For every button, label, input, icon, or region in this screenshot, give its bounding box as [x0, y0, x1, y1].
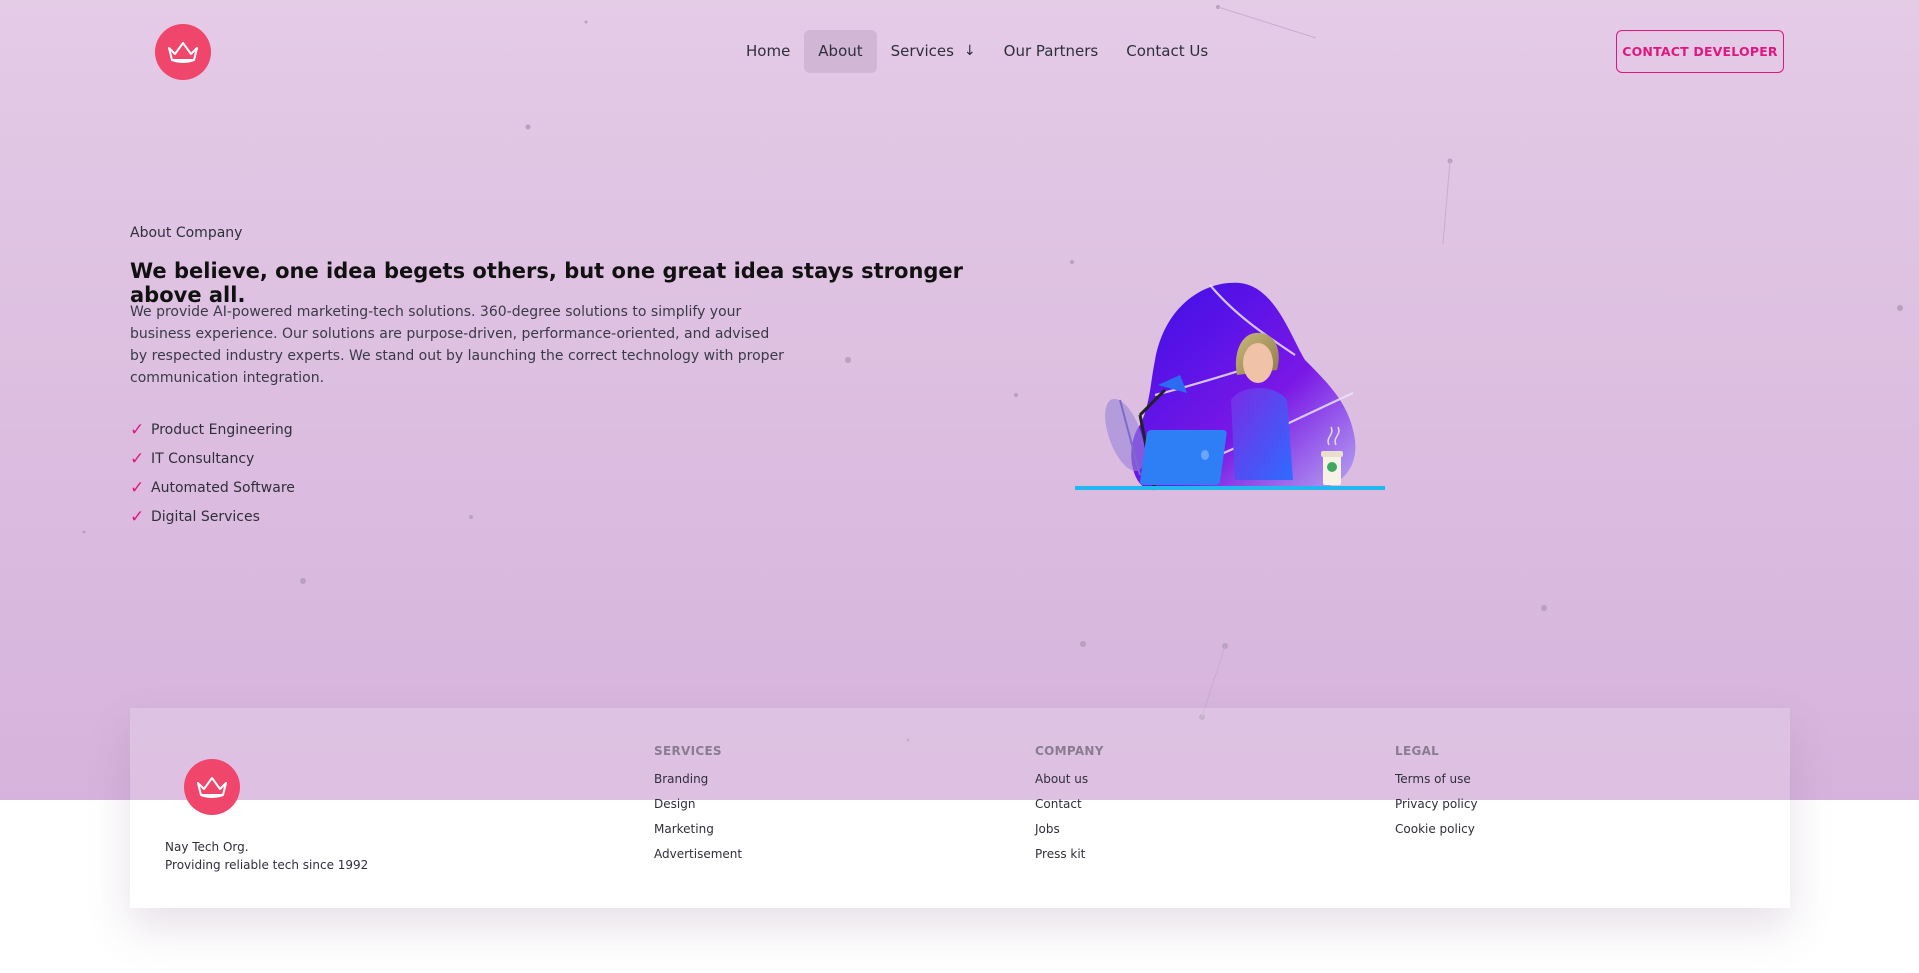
about-description: We provide AI-powered marketing-tech sol…: [130, 304, 784, 386]
list-item: ✓ Automated Software: [130, 473, 295, 502]
footer-col-services: SERVICES Branding Design Marketing Adver…: [654, 744, 742, 867]
footer-link-contact[interactable]: Contact: [1035, 792, 1104, 817]
footer-col-company: COMPANY About us Contact Jobs Press kit: [1035, 744, 1104, 867]
feature-label: Automated Software: [151, 479, 295, 496]
nav-services[interactable]: Services ↓: [877, 30, 990, 73]
developer-illustration: [1075, 282, 1385, 491]
crown-icon: [168, 42, 198, 63]
nav-our-partners[interactable]: Our Partners: [990, 30, 1113, 73]
footer-col-title: SERVICES: [654, 744, 722, 758]
footer-link-jobs[interactable]: Jobs: [1035, 817, 1104, 842]
list-item: ✓ Product Engineering: [130, 415, 295, 444]
check-icon: ✓: [130, 477, 145, 498]
nav-home[interactable]: Home: [732, 30, 804, 73]
org-tagline: Providing reliable tech since 1992: [165, 858, 369, 872]
footer-org-info: Nay Tech Org. Providing reliable tech si…: [165, 838, 368, 874]
brand-logo[interactable]: [155, 24, 211, 80]
nav-services-label: Services: [890, 42, 954, 60]
list-item: ✓ Digital Services: [130, 502, 295, 531]
feature-label: Digital Services: [151, 508, 260, 525]
crown-icon: [197, 777, 227, 798]
top-navbar: Home About Services ↓ Our Partners Conta…: [0, 0, 1919, 102]
nav-partners-label: Our Partners: [1003, 42, 1099, 60]
footer-link-branding[interactable]: Branding: [654, 767, 742, 792]
footer-logo[interactable]: [184, 759, 240, 815]
footer-col-title: LEGAL: [1395, 744, 1440, 758]
org-name: Nay Tech Org.: [165, 840, 249, 854]
footer-link-marketing[interactable]: Marketing: [654, 817, 742, 842]
footer: Nay Tech Org. Providing reliable tech si…: [130, 708, 1790, 908]
feature-list: ✓ Product Engineering ✓ IT Consultancy ✓ Au…: [130, 415, 295, 531]
contact-developer-button[interactable]: CONTACT DEVELOPER: [1616, 30, 1784, 73]
feature-label: Product Engineering: [151, 421, 293, 438]
check-icon: ✓: [130, 419, 145, 440]
section-eyebrow: About Company: [130, 225, 243, 241]
footer-link-privacy-policy[interactable]: Privacy policy: [1395, 792, 1478, 817]
footer-link-about-us[interactable]: About us: [1035, 767, 1104, 792]
page-title: We believe, one idea begets others, but …: [130, 259, 964, 307]
nav-about[interactable]: About: [804, 30, 877, 73]
footer-col-legal: LEGAL Terms of use Privacy policy Cookie…: [1395, 744, 1478, 842]
check-icon: ✓: [130, 448, 145, 469]
nav-home-label: Home: [746, 42, 791, 60]
list-item: ✓ IT Consultancy: [130, 444, 295, 473]
footer-link-terms-of-use[interactable]: Terms of use: [1395, 767, 1478, 792]
footer-panel: [130, 801, 1790, 908]
nav-about-label: About: [818, 42, 863, 60]
main-menu: Home About Services ↓ Our Partners Conta…: [732, 30, 1222, 73]
nav-contact-label: Contact Us: [1126, 42, 1209, 60]
footer-col-title: COMPANY: [1035, 744, 1104, 758]
footer-link-advertisement[interactable]: Advertisement: [654, 842, 742, 867]
hero-background: [0, 0, 1919, 800]
arrow-down-icon: ↓: [963, 43, 976, 59]
check-icon: ✓: [130, 506, 145, 527]
feature-label: IT Consultancy: [151, 450, 255, 467]
footer-link-design[interactable]: Design: [654, 792, 742, 817]
footer-link-cookie-policy[interactable]: Cookie policy: [1395, 817, 1478, 842]
footer-link-press-kit[interactable]: Press kit: [1035, 842, 1104, 867]
nav-contact-us[interactable]: Contact Us: [1112, 30, 1222, 73]
